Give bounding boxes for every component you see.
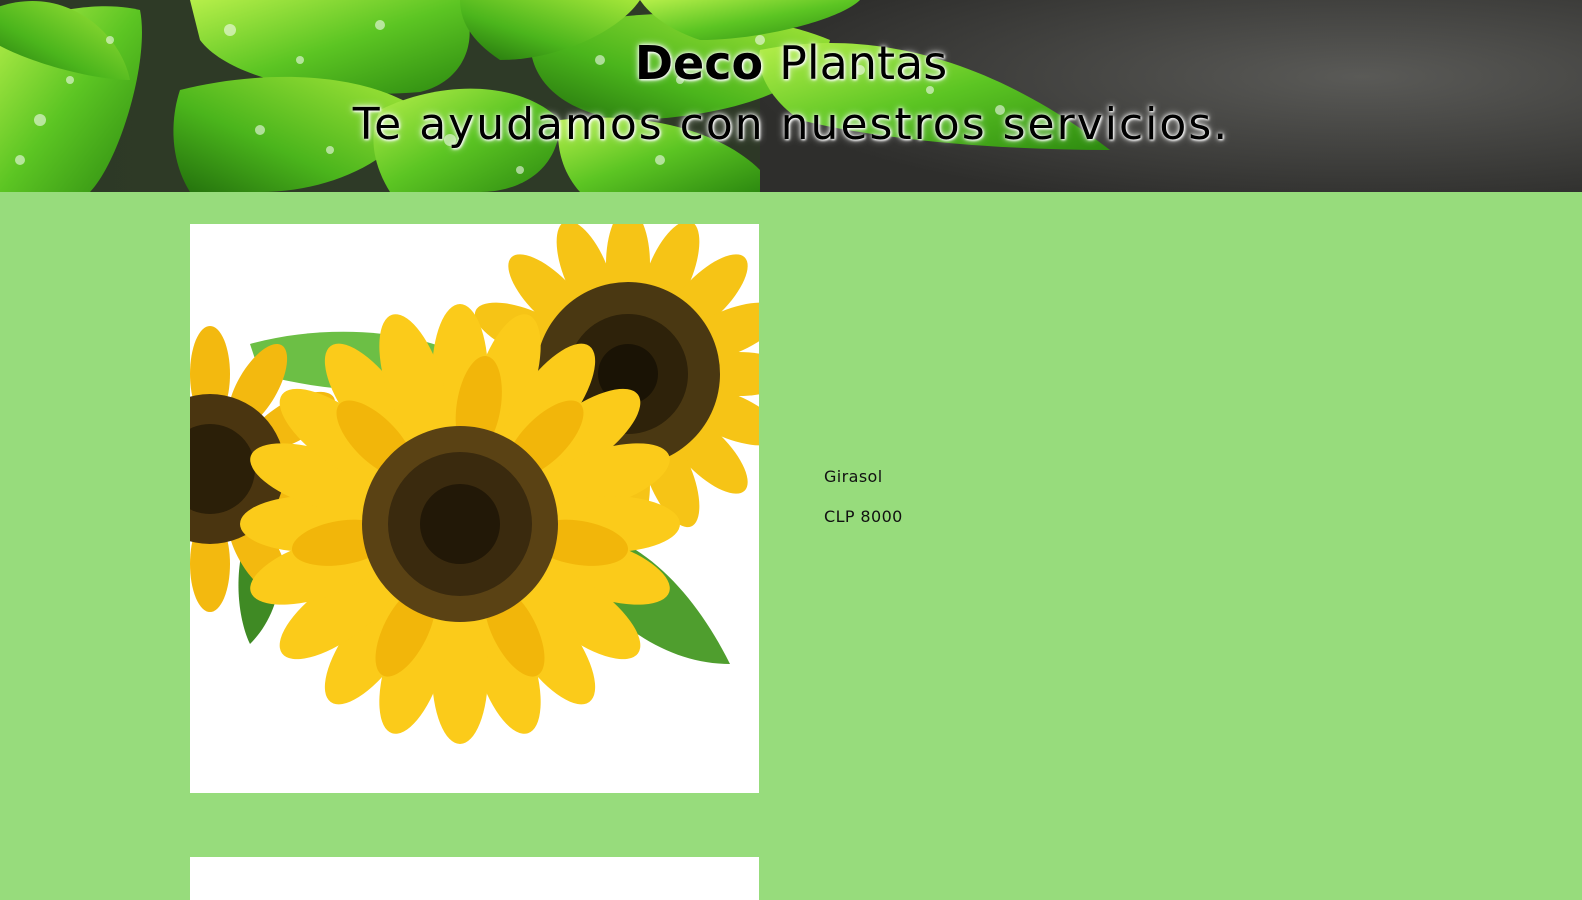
site-title-light: Plantas <box>779 36 948 90</box>
site-title-strong: Deco <box>634 36 764 90</box>
product-card: Girasol CLP 8000 <box>190 224 1390 794</box>
product-price: CLP 8000 <box>824 507 903 526</box>
product-info: Girasol CLP 8000 <box>824 467 1224 527</box>
product-name[interactable]: Girasol <box>824 467 1224 487</box>
site-tagline: Te ayudamos con nuestros servicios. <box>352 99 1230 150</box>
product-image-next[interactable] <box>190 857 759 900</box>
banner-text: Deco Plantas Te ayudamos con nuestros se… <box>0 0 1582 192</box>
product-image[interactable] <box>190 224 759 793</box>
sunflower-image <box>190 224 759 793</box>
page: Deco Plantas Te ayudamos con nuestros se… <box>0 0 1582 900</box>
site-title[interactable]: Deco Plantas <box>0 36 1582 90</box>
header-banner: Deco Plantas Te ayudamos con nuestros se… <box>0 0 1582 192</box>
